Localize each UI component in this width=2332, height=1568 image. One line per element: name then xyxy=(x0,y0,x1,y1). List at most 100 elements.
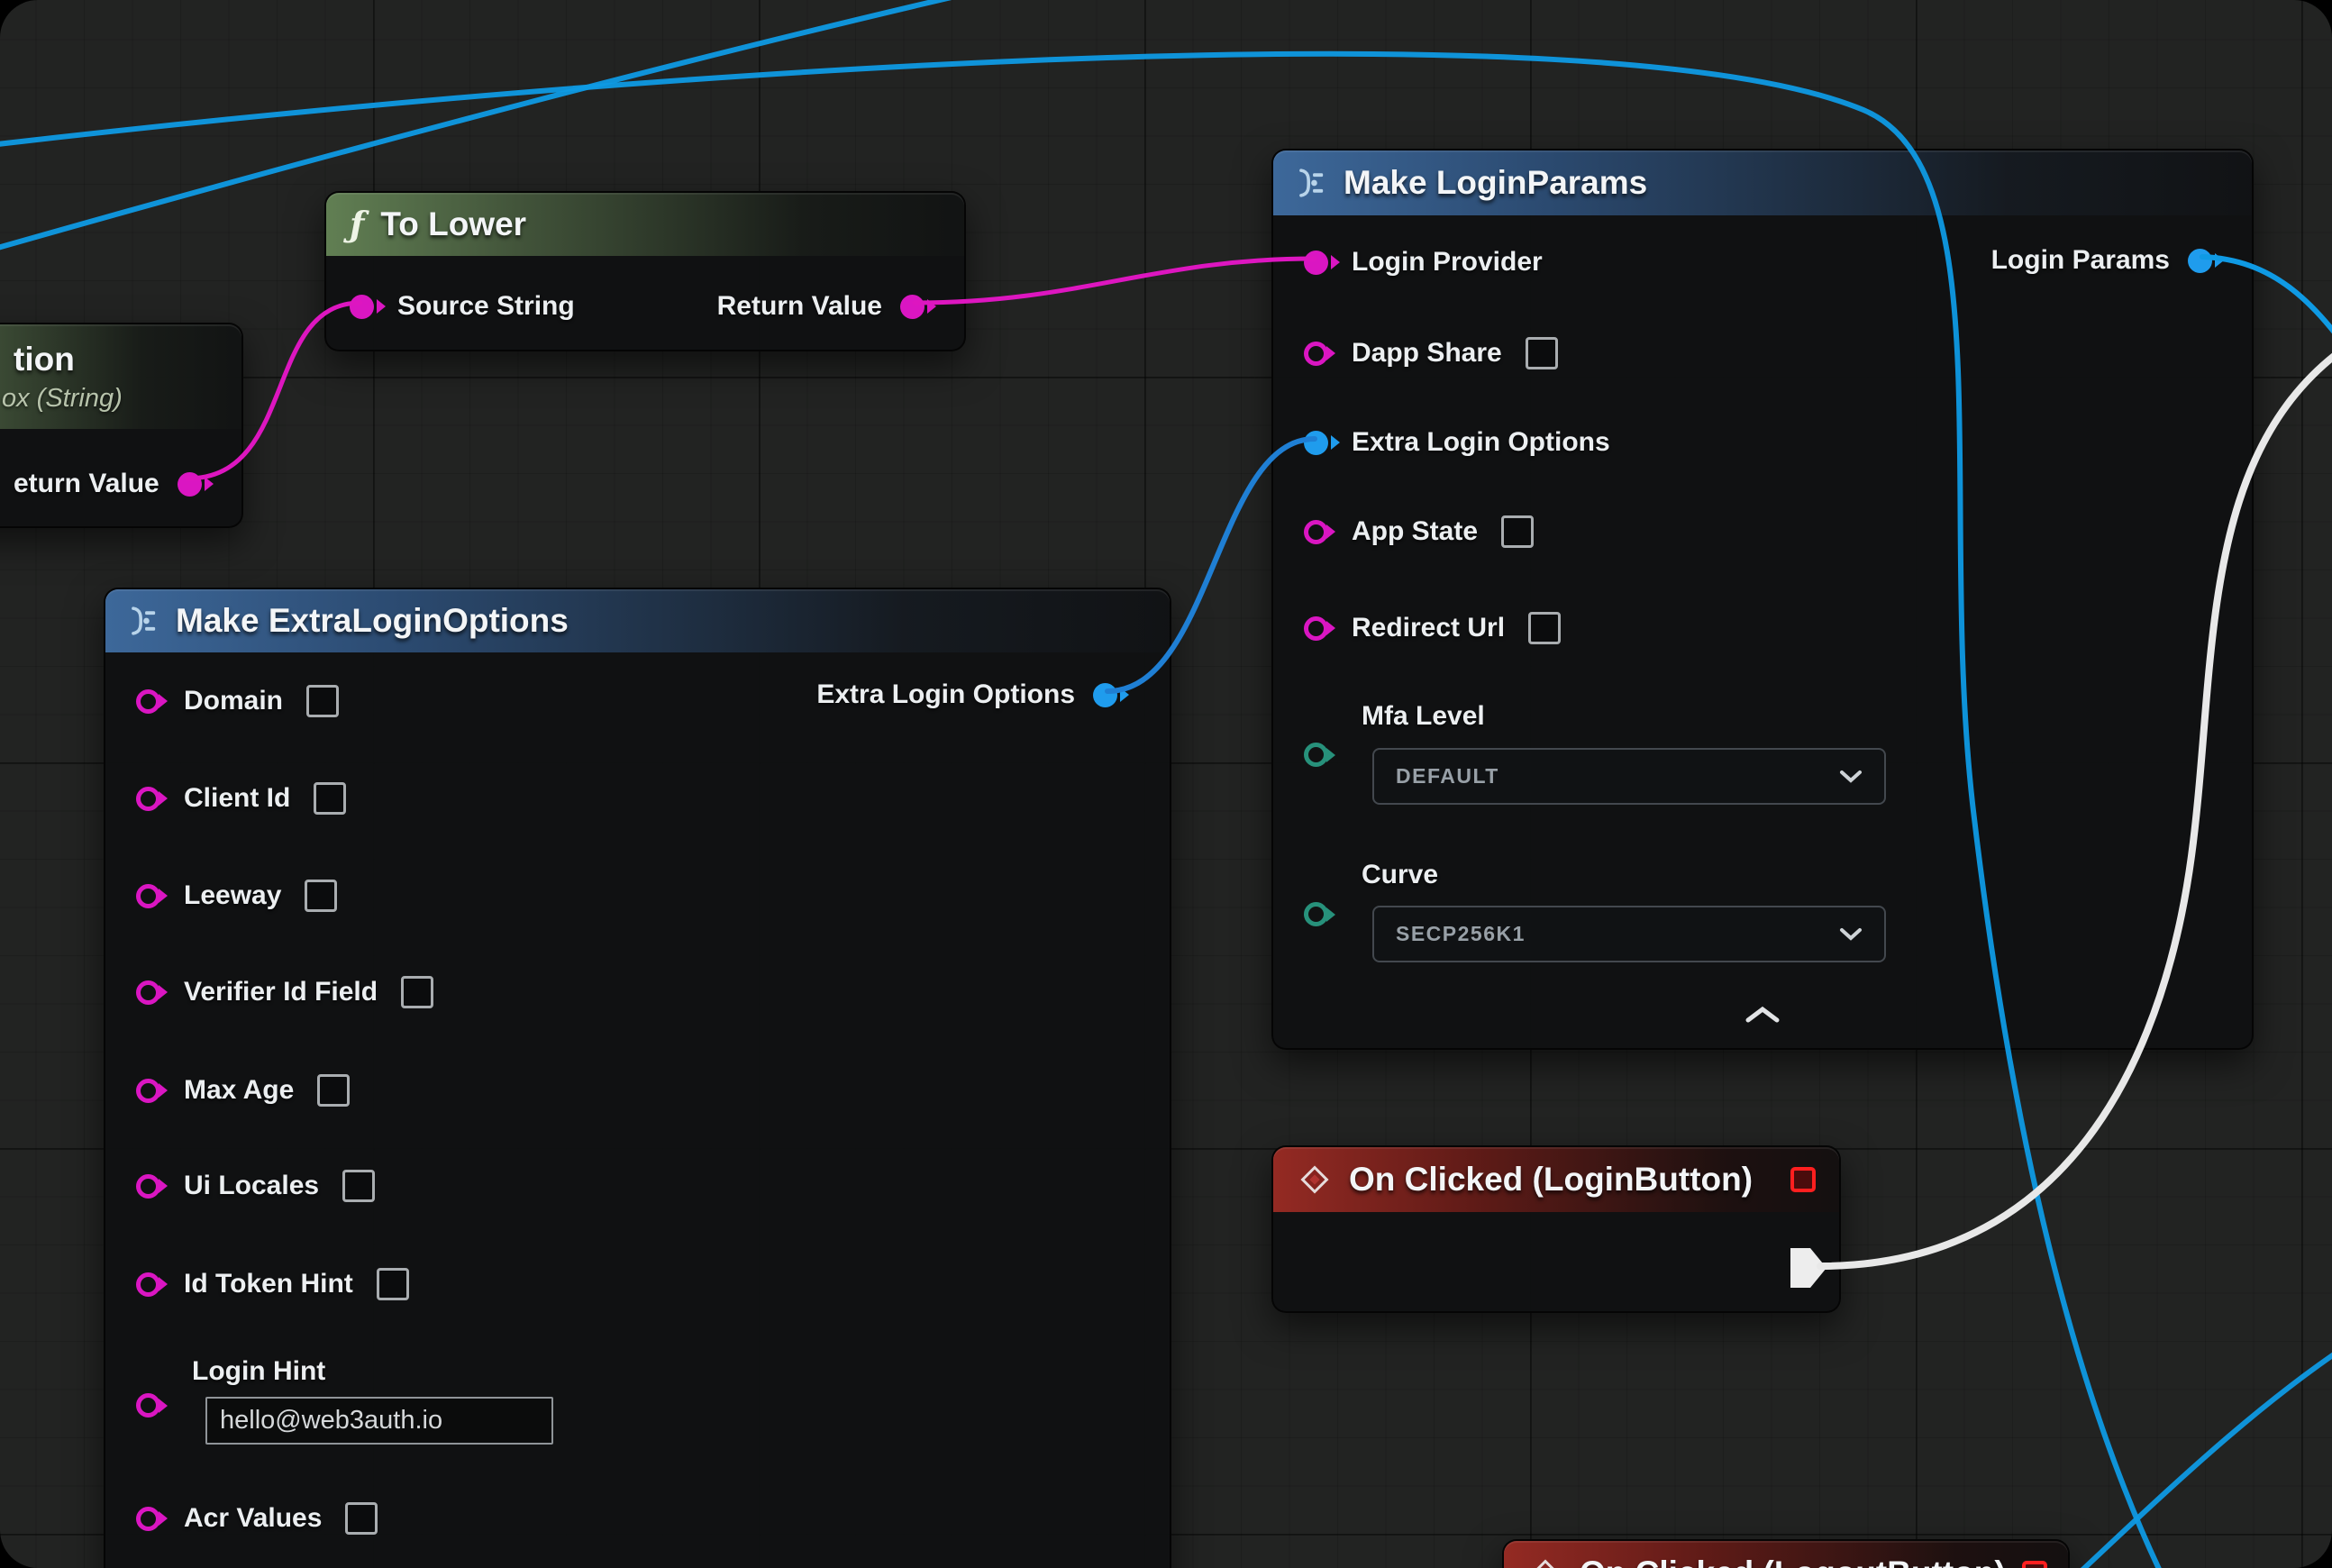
redirect-url-row: Redirect Url xyxy=(1304,610,1561,646)
client-id-row: Client Id xyxy=(136,780,346,816)
max-age-pin[interactable] xyxy=(136,1079,160,1103)
node-make-extra-login-options[interactable]: Make ExtraLoginOptions Domain Client Id … xyxy=(104,588,1171,1568)
ui-locales-label: Ui Locales xyxy=(184,1171,319,1201)
login-provider-row: Login Provider xyxy=(1304,244,1543,280)
make-struct-icon xyxy=(1295,167,1327,199)
mfa-level-pin[interactable] xyxy=(1304,743,1328,767)
acr-values-checkbox[interactable] xyxy=(345,1502,378,1535)
on-clicked-logout-title: On Clicked (LogoutButton) xyxy=(1580,1554,2006,1568)
on-clicked-login-title: On Clicked (LoginButton) xyxy=(1349,1161,1753,1199)
verifier-id-field-pin[interactable] xyxy=(136,980,160,1005)
to-lower-title: To Lower xyxy=(380,205,526,243)
redirect-url-label: Redirect Url xyxy=(1352,613,1505,643)
extra-login-options-out-pin[interactable] xyxy=(1093,683,1117,707)
wire-to-lower-to-login-provider[interactable] xyxy=(915,259,1315,303)
extra-login-options-in-pin[interactable] xyxy=(1304,431,1328,455)
event-diamond-icon xyxy=(1527,1555,1563,1568)
partial-return-value-row: eturn Value xyxy=(14,466,202,502)
id-token-hint-label: Id Token Hint xyxy=(184,1269,353,1299)
to-lower-return-row: Return Value xyxy=(717,288,925,324)
source-string-pin[interactable] xyxy=(350,295,374,319)
domain-checkbox[interactable] xyxy=(306,685,339,717)
make-extra-login-options-title: Make ExtraLoginOptions xyxy=(176,602,569,640)
to-lower-return-label: Return Value xyxy=(717,291,882,322)
collapse-chevron-icon[interactable] xyxy=(1744,1005,1781,1025)
domain-label: Domain xyxy=(184,686,283,716)
partial-return-value-pin[interactable] xyxy=(178,472,202,497)
node-on-clicked-login-button[interactable]: On Clicked (LoginButton) xyxy=(1271,1145,1841,1313)
widget-binding-icon[interactable] xyxy=(1790,1167,1816,1192)
source-string-label: Source String xyxy=(397,291,575,322)
extra-login-options-in-row: Extra Login Options xyxy=(1304,424,1610,460)
partial-return-value-label: eturn Value xyxy=(14,469,159,499)
on-clicked-login-header: On Clicked (LoginButton) xyxy=(1273,1147,1839,1212)
verifier-id-field-row: Verifier Id Field xyxy=(136,974,433,1010)
app-state-row: App State xyxy=(1304,514,1534,550)
wire-blue-background-corner[interactable] xyxy=(2063,1325,2332,1568)
dapp-share-checkbox[interactable] xyxy=(1526,337,1558,369)
curve-dropdown[interactable]: SECP256K1 xyxy=(1372,906,1886,962)
app-state-label: App State xyxy=(1352,516,1478,547)
widget-binding-icon[interactable] xyxy=(2022,1561,2047,1568)
node-partial-function[interactable]: tion ox (String) eturn Value xyxy=(0,323,243,528)
leeway-row: Leeway xyxy=(136,878,337,914)
client-id-label: Client Id xyxy=(184,783,290,814)
id-token-hint-checkbox[interactable] xyxy=(377,1268,409,1300)
login-hint-input[interactable] xyxy=(205,1397,553,1445)
extra-login-options-out-label: Extra Login Options xyxy=(816,679,1075,710)
app-state-checkbox[interactable] xyxy=(1501,515,1534,548)
curve-label: Curve xyxy=(1362,860,1438,890)
domain-row: Domain xyxy=(136,683,339,719)
curve-pin[interactable] xyxy=(1304,902,1328,926)
extra-login-options-out-row: Extra Login Options xyxy=(816,677,1117,713)
verifier-id-field-label: Verifier Id Field xyxy=(184,977,378,1007)
dapp-share-pin[interactable] xyxy=(1304,342,1328,366)
to-lower-header: ƒ To Lower xyxy=(326,193,964,256)
chevron-down-icon xyxy=(1839,927,1863,942)
make-struct-icon xyxy=(127,605,159,637)
redirect-url-pin[interactable] xyxy=(1304,616,1328,641)
ui-locales-row: Ui Locales xyxy=(136,1168,375,1204)
app-state-pin[interactable] xyxy=(1304,520,1328,544)
ui-locales-checkbox[interactable] xyxy=(342,1170,375,1202)
login-hint-pin[interactable] xyxy=(136,1393,160,1418)
node-make-login-params[interactable]: Make LoginParams Login Provider Dapp Sha… xyxy=(1271,149,2254,1050)
dapp-share-row: Dapp Share xyxy=(1304,335,1558,371)
acr-values-label: Acr Values xyxy=(184,1503,322,1534)
partial-node-subtitle: ox (String) xyxy=(2,384,123,414)
max-age-row: Max Age xyxy=(136,1072,350,1108)
max-age-checkbox[interactable] xyxy=(317,1074,350,1107)
id-token-hint-row: Id Token Hint xyxy=(136,1266,409,1302)
make-extra-login-options-header: Make ExtraLoginOptions xyxy=(105,589,1170,652)
curve-value: SECP256K1 xyxy=(1396,922,1526,946)
verifier-id-field-checkbox[interactable] xyxy=(401,976,433,1008)
blueprint-graph-canvas[interactable]: tion ox (String) eturn Value ƒ To Lower … xyxy=(0,0,2332,1568)
node-on-clicked-logout-button[interactable]: On Clicked (LogoutButton) xyxy=(1502,1539,2070,1568)
redirect-url-checkbox[interactable] xyxy=(1528,612,1561,644)
domain-pin[interactable] xyxy=(136,689,160,714)
login-hint-label: Login Hint xyxy=(192,1356,325,1387)
client-id-checkbox[interactable] xyxy=(314,782,346,815)
acr-values-row: Acr Values xyxy=(136,1500,378,1536)
max-age-label: Max Age xyxy=(184,1075,294,1106)
leeway-label: Leeway xyxy=(184,880,281,911)
make-login-params-header: Make LoginParams xyxy=(1273,150,2252,215)
login-params-out-row: Login Params xyxy=(1991,242,2212,278)
make-login-params-title: Make LoginParams xyxy=(1344,164,1647,202)
login-params-out-pin[interactable] xyxy=(2188,249,2212,273)
mfa-level-value: DEFAULT xyxy=(1396,764,1499,789)
acr-values-pin[interactable] xyxy=(136,1507,160,1531)
mfa-level-dropdown[interactable]: DEFAULT xyxy=(1372,748,1886,805)
id-token-hint-pin[interactable] xyxy=(136,1272,160,1297)
partial-node-title: tion xyxy=(14,341,75,378)
source-string-row: Source String xyxy=(350,288,575,324)
login-provider-pin[interactable] xyxy=(1304,251,1328,275)
ui-locales-pin[interactable] xyxy=(136,1174,160,1199)
to-lower-return-pin[interactable] xyxy=(900,295,925,319)
exec-out-pin[interactable] xyxy=(1790,1248,1826,1288)
node-to-lower[interactable]: ƒ To Lower Source String Return Value xyxy=(324,191,966,351)
client-id-pin[interactable] xyxy=(136,787,160,811)
login-provider-label: Login Provider xyxy=(1352,247,1543,278)
leeway-checkbox[interactable] xyxy=(305,880,337,912)
leeway-pin[interactable] xyxy=(136,884,160,908)
